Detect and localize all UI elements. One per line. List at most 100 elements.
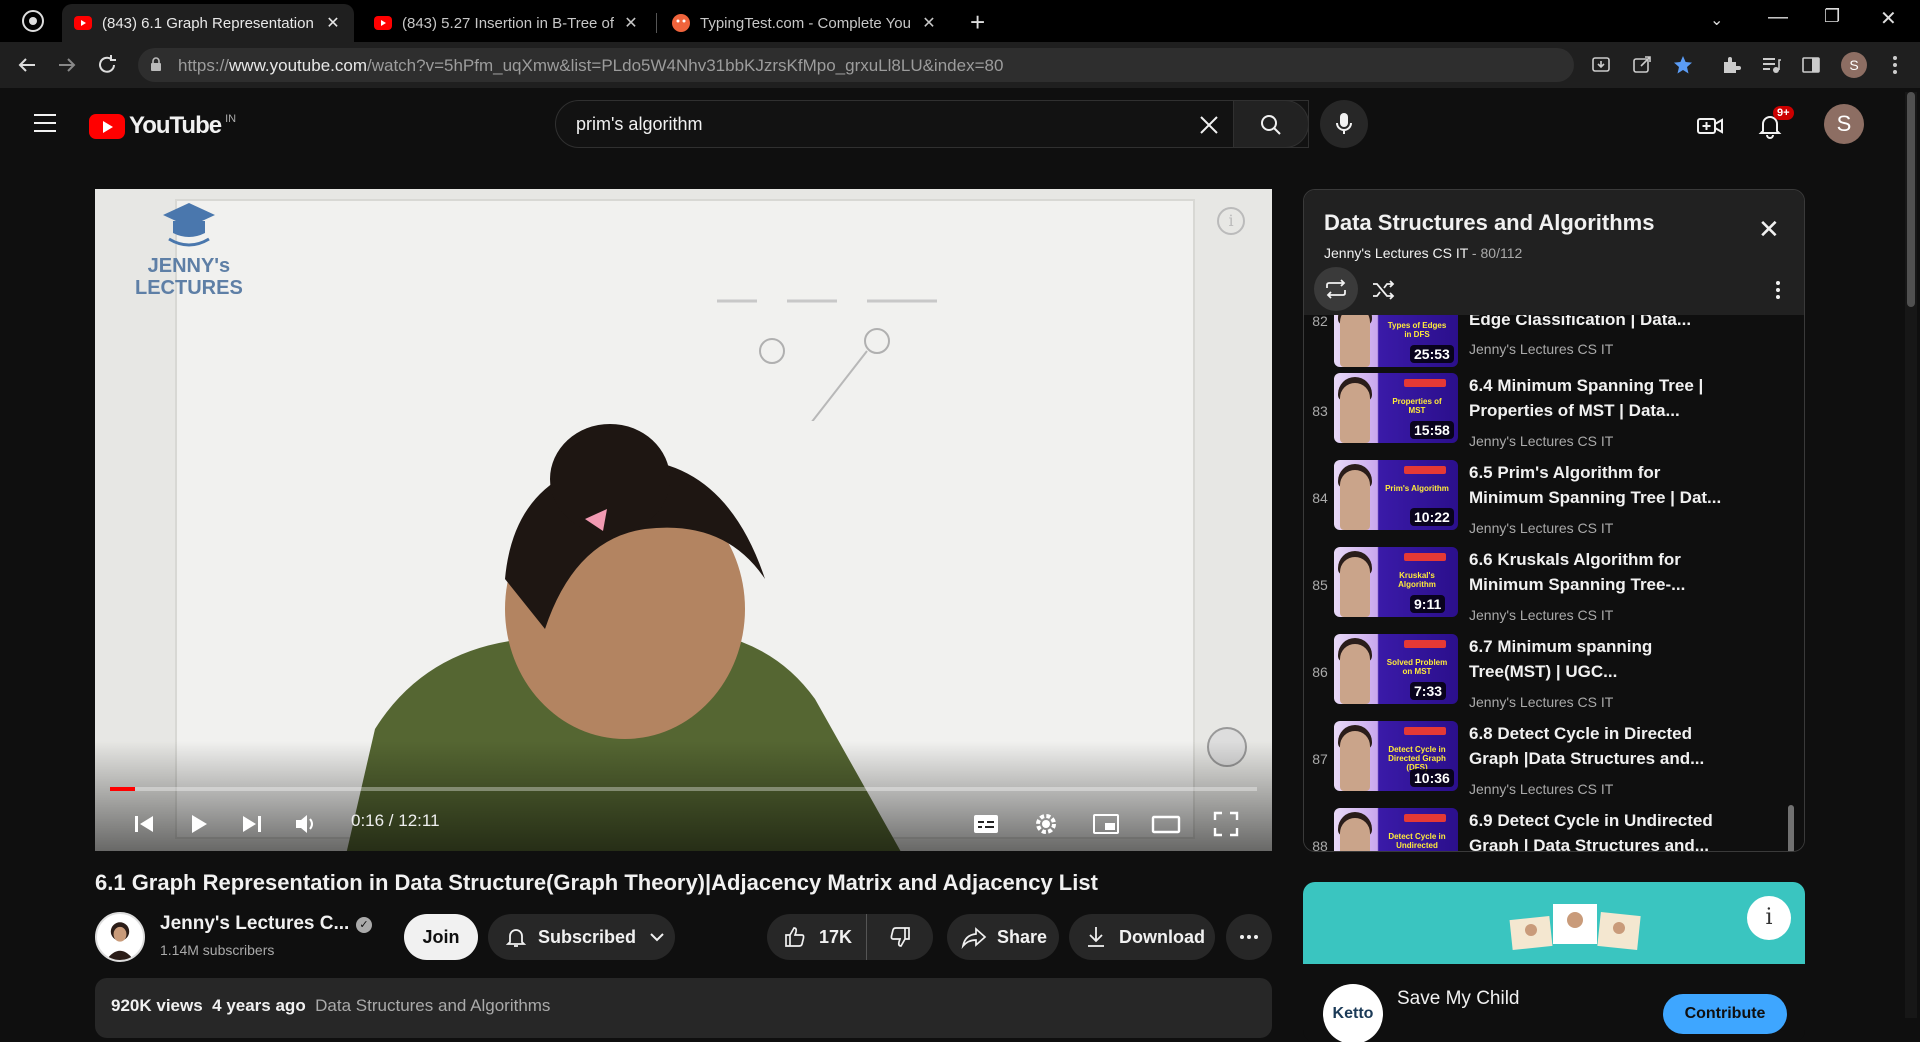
back-arrow-icon[interactable] (16, 54, 38, 76)
item-channel: Jenny's Lectures CS IT (1469, 433, 1614, 449)
item-index: 88 (1312, 838, 1328, 852)
reload-icon[interactable] (96, 54, 118, 76)
theater-mode-icon[interactable] (1151, 809, 1181, 839)
subscribed-button[interactable]: Subscribed (488, 914, 675, 960)
volume-icon[interactable] (291, 809, 321, 839)
shuffle-icon[interactable] (1370, 277, 1396, 303)
tab-title: (843) 5.27 Insertion in B-Tree of Order (402, 14, 614, 32)
close-tab-icon[interactable]: ✕ (324, 13, 342, 33)
playlist-scrollbar[interactable] (1788, 805, 1794, 851)
progress-bar[interactable] (110, 787, 1257, 791)
browser-tab[interactable]: TypingTest.com - Complete Your Test ✕ (660, 4, 950, 42)
browser-tab[interactable]: (843) 5.27 Insertion in B-Tree of Order … (362, 4, 652, 42)
playlist-link[interactable]: Data Structures and Algorithms (315, 996, 550, 1015)
browser-menu-icon[interactable] (1884, 54, 1906, 76)
join-button[interactable]: Join (404, 914, 478, 960)
tab-title: (843) 6.1 Graph Representation in Data S… (102, 14, 316, 32)
video-player[interactable]: JENNY's LECTURES i 0:16 / 12:11 (95, 189, 1272, 851)
playlist-channel[interactable]: Jenny's Lectures CS IT (1324, 245, 1468, 261)
subtitles-icon[interactable] (971, 809, 1001, 839)
install-app-icon[interactable] (1590, 54, 1612, 76)
ad-info-icon[interactable]: i (1747, 896, 1791, 940)
playlist-item[interactable]: 86 Solved Problem on MST 7:33 6.7 Minimu… (1304, 634, 1784, 721)
playlist-panel: Data Structures and Algorithms Jenny's L… (1303, 189, 1805, 852)
close-playlist-icon[interactable]: ✕ (1758, 214, 1780, 245)
advertiser-name[interactable]: Save My Child (1397, 988, 1520, 1010)
share-page-icon[interactable] (1631, 54, 1653, 76)
tab-divider (656, 13, 657, 33)
download-button[interactable]: Download (1069, 914, 1215, 960)
share-button[interactable]: Share (947, 914, 1059, 960)
minimize-icon[interactable]: — (1768, 6, 1788, 29)
item-channel: Jenny's Lectures CS IT (1469, 520, 1614, 536)
description-box[interactable]: 920K views 4 years ago Data Structures a… (95, 978, 1272, 1038)
item-index: 85 (1312, 577, 1328, 593)
bell-icon (505, 929, 527, 947)
item-title: 6.6 Kruskals Algorithm for Minimum Spanni… (1469, 550, 1686, 594)
item-duration: 10:36 (1410, 769, 1454, 787)
channel-name[interactable]: Jenny's Lectures C... (160, 913, 349, 935)
browser-tab-strip: (843) 6.1 Graph Representation in Data S… (0, 0, 1920, 42)
video-info-icon[interactable]: i (1217, 207, 1245, 235)
hamburger-menu-icon[interactable] (34, 114, 56, 138)
dislike-button[interactable] (867, 914, 933, 960)
restore-icon[interactable]: ❐ (1824, 6, 1840, 27)
previous-video-icon[interactable] (129, 809, 159, 839)
like-count: 17K (819, 926, 853, 947)
more-actions-button[interactable] (1226, 914, 1272, 960)
next-video-icon[interactable] (237, 809, 267, 839)
miniplayer-icon[interactable] (1091, 809, 1121, 839)
browser-profile-avatar[interactable]: S (1841, 52, 1867, 78)
thumbs-up-icon (785, 927, 805, 947)
playlist-item[interactable]: 87 Detect Cycle in Directed Graph (DFS) … (1304, 721, 1784, 808)
contribute-button[interactable]: Contribute (1663, 994, 1787, 1034)
browser-tab-active[interactable]: (843) 6.1 Graph Representation in Data S… (62, 4, 354, 42)
playlist-item[interactable]: 85 Kruskal's Algorithm 9:11 6.6 Kruskals… (1304, 547, 1784, 634)
fullscreen-icon[interactable] (1211, 809, 1241, 839)
forward-arrow-icon[interactable] (56, 54, 78, 76)
close-tab-icon[interactable]: ✕ (622, 13, 640, 33)
playlist-item[interactable]: 83 Properties of MST 15:58 6.4 Minimum S… (1304, 373, 1784, 460)
thumbnail-text: Solved Problem on MST (1386, 658, 1448, 676)
media-controls-icon[interactable] (1760, 54, 1782, 76)
search-button[interactable] (1233, 100, 1309, 148)
account-avatar[interactable]: S (1824, 104, 1864, 144)
item-index: 82 (1312, 315, 1328, 329)
side-panel-icon[interactable] (1800, 54, 1822, 76)
new-tab-icon[interactable]: + (970, 7, 985, 38)
advertiser-logo[interactable]: Ketto (1323, 984, 1383, 1042)
create-video-icon[interactable] (1696, 112, 1724, 140)
bookmark-star-icon[interactable] (1672, 54, 1694, 76)
tab-search-chevron-icon[interactable]: ⌄ (1710, 10, 1723, 30)
page-scrollbar[interactable] (1905, 92, 1917, 1018)
address-bar[interactable]: https://www.youtube.com/watch?v=5hPfm_uq… (138, 48, 1574, 82)
item-channel: Jenny's Lectures CS IT (1469, 694, 1614, 710)
ad-banner[interactable] (1303, 882, 1805, 964)
playlist-title[interactable]: Data Structures and Algorithms (1324, 210, 1654, 236)
like-button[interactable]: 17K (767, 914, 867, 960)
page-scrollbar-thumb[interactable] (1907, 92, 1915, 307)
playlist-position: 80/112 (1480, 245, 1523, 261)
item-index: 83 (1312, 403, 1328, 419)
play-icon[interactable] (183, 809, 213, 839)
voice-search-button[interactable] (1320, 100, 1368, 148)
close-tab-icon[interactable]: ✕ (920, 13, 938, 33)
more-horizontal-icon (1240, 935, 1258, 939)
search-input[interactable]: prim's algorithm (555, 100, 1309, 148)
channel-avatar[interactable] (95, 912, 145, 962)
clear-search-icon[interactable] (1198, 114, 1220, 136)
window-close-icon[interactable]: ✕ (1880, 6, 1897, 31)
ad-banner-photos-icon (1509, 904, 1641, 951)
chrome-logo-icon (22, 10, 44, 32)
youtube-favicon-icon (74, 16, 92, 30)
extensions-puzzle-icon[interactable] (1720, 54, 1742, 76)
playlist-item[interactable]: 88 Detect Cycle in Undirected Graph (BFS… (1304, 808, 1784, 852)
settings-gear-icon[interactable] (1031, 809, 1061, 839)
youtube-logo[interactable]: YouTube IN (89, 112, 236, 140)
ad-card[interactable]: i Ketto Save My Child Contribute (1303, 882, 1805, 1042)
playlist-more-icon[interactable] (1766, 278, 1790, 302)
playlist-item[interactable]: 84 Prim's Algorithm 10:22 6.5 Prim's Alg… (1304, 460, 1784, 547)
typingtest-favicon-icon (672, 14, 690, 32)
loop-playlist-button[interactable] (1314, 267, 1358, 311)
item-duration: 10:22 (1410, 508, 1454, 526)
